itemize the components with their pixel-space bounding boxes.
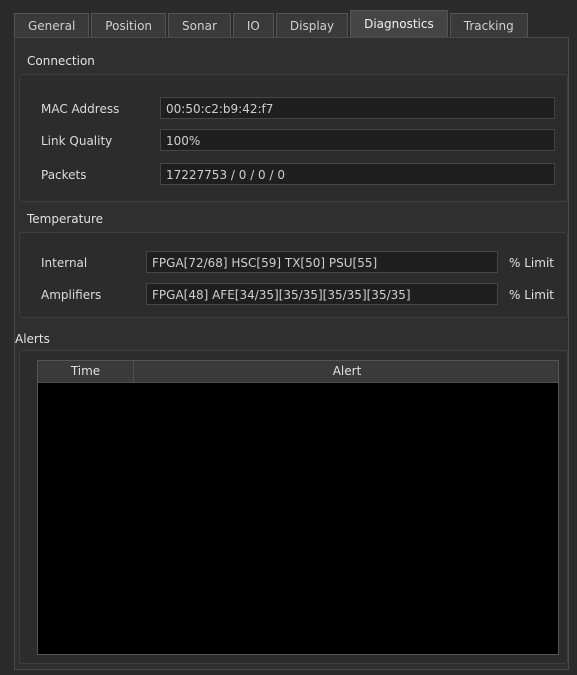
packets-label: Packets — [41, 168, 87, 182]
mac-address-label: MAC Address — [41, 102, 120, 116]
alerts-table-header: Time Alert — [38, 361, 558, 383]
connection-group-title: Connection — [27, 54, 95, 68]
internal-temperature-field[interactable]: FPGA[72/68] HSC[59] TX[50] PSU[55] — [146, 251, 498, 273]
tab-display[interactable]: Display — [275, 13, 349, 37]
link-quality-field[interactable]: 100% — [160, 129, 555, 151]
tab-general[interactable]: General — [14, 13, 90, 37]
amplifiers-label: Amplifiers — [41, 288, 102, 302]
tab-sonar[interactable]: Sonar — [168, 13, 231, 37]
alert-column-header[interactable]: Alert — [134, 361, 560, 382]
amplifiers-limit-label: % Limit — [509, 288, 554, 302]
internal-label: Internal — [41, 256, 88, 270]
mac-address-field[interactable]: 00:50:c2:b9:42:f7 — [160, 97, 555, 119]
amplifiers-temperature-field[interactable]: FPGA[48] AFE[34/35][35/35][35/35][35/35] — [146, 283, 498, 305]
tab-io[interactable]: IO — [232, 13, 274, 37]
tab-position[interactable]: Position — [91, 13, 167, 37]
tab-tracking[interactable]: Tracking — [449, 13, 528, 37]
temperature-group-title: Temperature — [27, 212, 104, 226]
temperature-group — [19, 232, 568, 318]
tab-diagnostics[interactable]: Diagnostics — [350, 10, 448, 37]
link-quality-label: Link Quality — [41, 134, 113, 148]
time-column-header[interactable]: Time — [38, 361, 134, 382]
internal-limit-label: % Limit — [509, 256, 554, 270]
alerts-table[interactable]: Time Alert — [37, 360, 559, 655]
packets-field[interactable]: 17227753 / 0 / 0 / 0 — [160, 163, 555, 185]
tab-bar: General Position Sonar IO Display Diagno… — [14, 10, 530, 37]
alerts-group-title: Alerts — [15, 332, 50, 346]
